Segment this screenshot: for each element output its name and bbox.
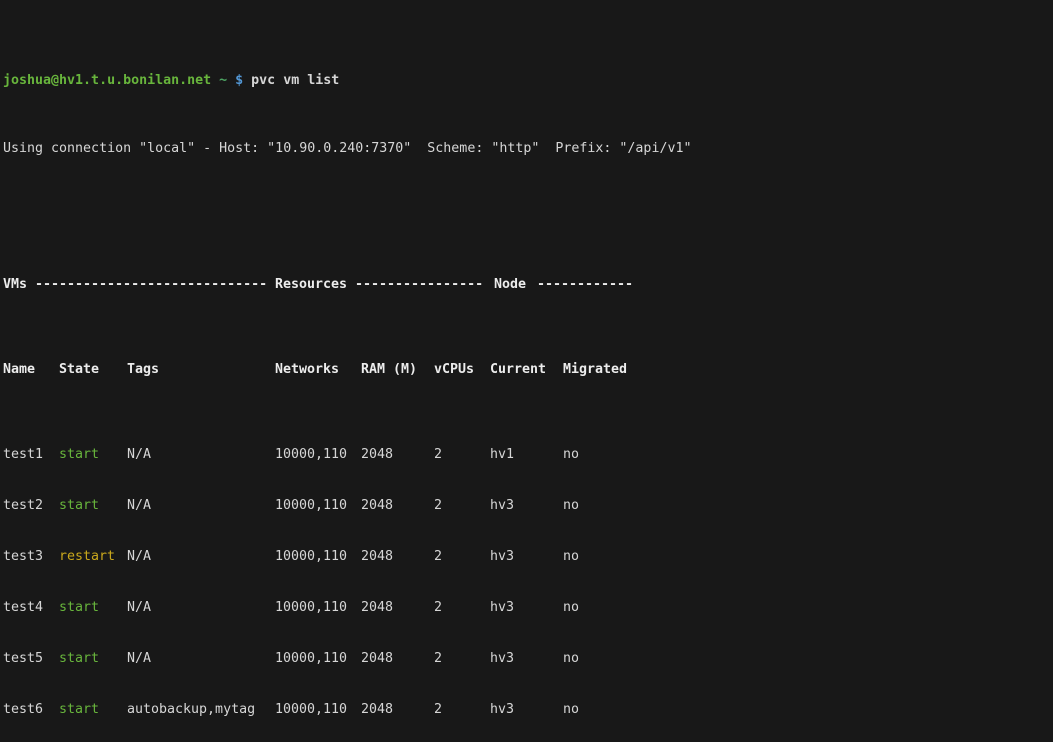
vm-vcpus: 2: [434, 599, 442, 616]
vm-ram: 2048: [361, 497, 393, 514]
connection-line-1: Using connection "local" - Host: "10.90.…: [0, 140, 1053, 157]
vm-vcpus: 2: [434, 548, 442, 565]
vm-ram: 2048: [361, 650, 393, 667]
vm-ram: 2048: [361, 548, 393, 565]
vm-name: test5: [3, 650, 43, 667]
blank-line: [0, 191, 1053, 208]
vm-ram: 2048: [361, 446, 393, 463]
vm-current: hv3: [490, 650, 514, 667]
vm-name: test3: [3, 548, 43, 565]
section-resources-dashes: ----------------: [355, 276, 483, 293]
vm-vcpus: 2: [434, 497, 442, 514]
col-vcpus: vCPUs: [434, 361, 474, 378]
vm-state: start: [59, 650, 99, 667]
vm-row: test5 start N/A 10000,110 2048 2 hv3 no: [0, 650, 1053, 667]
vm-migrated: no: [563, 497, 579, 514]
col-migrated: Migrated: [563, 361, 627, 378]
vm-networks: 10000,110: [275, 650, 347, 667]
section-node: Node: [494, 276, 526, 293]
vm-tags: autobackup,mytag: [127, 701, 255, 718]
vm-name: test1: [3, 446, 43, 463]
vm-current: hv3: [490, 548, 514, 565]
vm-migrated: no: [563, 650, 579, 667]
vm-list-column-headers: Name State Tags Networks RAM (M) vCPUs C…: [0, 361, 1053, 378]
prompt-host: joshua@hv1.t.u.bonilan.net: [3, 73, 211, 88]
vm-tags: N/A: [127, 446, 151, 463]
vm-current: hv3: [490, 701, 514, 718]
vm-networks: 10000,110: [275, 446, 347, 463]
vm-row: test2 start N/A 10000,110 2048 2 hv3 no: [0, 497, 1053, 514]
vm-tags: N/A: [127, 650, 151, 667]
col-ram: RAM (M): [361, 361, 417, 378]
col-tags: Tags: [127, 361, 159, 378]
vm-ram: 2048: [361, 701, 393, 718]
vm-migrated: no: [563, 446, 579, 463]
vm-list-section-header: VMs ----------------------------- Resour…: [0, 276, 1053, 293]
vm-row: test4 start N/A 10000,110 2048 2 hv3 no: [0, 599, 1053, 616]
vm-state: start: [59, 599, 99, 616]
col-current: Current: [490, 361, 546, 378]
vm-row: test1 start N/A 10000,110 2048 2 hv1 no: [0, 446, 1053, 463]
vm-networks: 10000,110: [275, 548, 347, 565]
vm-vcpus: 2: [434, 650, 442, 667]
vm-tags: N/A: [127, 497, 151, 514]
vm-state: start: [59, 446, 99, 463]
vm-row: test6 start autobackup,mytag 10000,110 2…: [0, 701, 1053, 718]
vm-state: start: [59, 497, 99, 514]
section-node-dashes: ------------: [537, 276, 633, 293]
vm-row: test3 restart N/A 10000,110 2048 2 hv3 n…: [0, 548, 1053, 565]
vm-name: test4: [3, 599, 43, 616]
vm-tags: N/A: [127, 599, 151, 616]
vm-state: restart: [59, 548, 115, 565]
vm-name: test2: [3, 497, 43, 514]
vm-migrated: no: [563, 548, 579, 565]
vm-networks: 10000,110: [275, 599, 347, 616]
vm-vcpus: 2: [434, 701, 442, 718]
vm-current: hv3: [490, 497, 514, 514]
vm-vcpus: 2: [434, 446, 442, 463]
col-name: Name: [3, 361, 35, 378]
terminal-window[interactable]: joshua@hv1.t.u.bonilan.net~$pvc vm list …: [0, 0, 1053, 742]
vm-ram: 2048: [361, 599, 393, 616]
vm-state: start: [59, 701, 99, 718]
command-vm-list: pvc vm list: [251, 73, 339, 88]
vm-networks: 10000,110: [275, 701, 347, 718]
vm-current: hv1: [490, 446, 514, 463]
col-networks: Networks: [275, 361, 339, 378]
prompt-line-1: joshua@hv1.t.u.bonilan.net ~ $ pvc vm list: [0, 72, 1053, 89]
section-vms: VMs: [3, 276, 27, 293]
vm-current: hv3: [490, 599, 514, 616]
prompt-symbol: $: [235, 73, 243, 88]
vm-migrated: no: [563, 599, 579, 616]
section-vms-dashes: -----------------------------: [35, 276, 267, 293]
vm-name: test6: [3, 701, 43, 718]
vm-tags: N/A: [127, 548, 151, 565]
vm-migrated: no: [563, 701, 579, 718]
prompt-cwd: ~: [219, 73, 227, 88]
vm-networks: 10000,110: [275, 497, 347, 514]
section-resources: Resources: [275, 276, 347, 293]
col-state: State: [59, 361, 99, 378]
